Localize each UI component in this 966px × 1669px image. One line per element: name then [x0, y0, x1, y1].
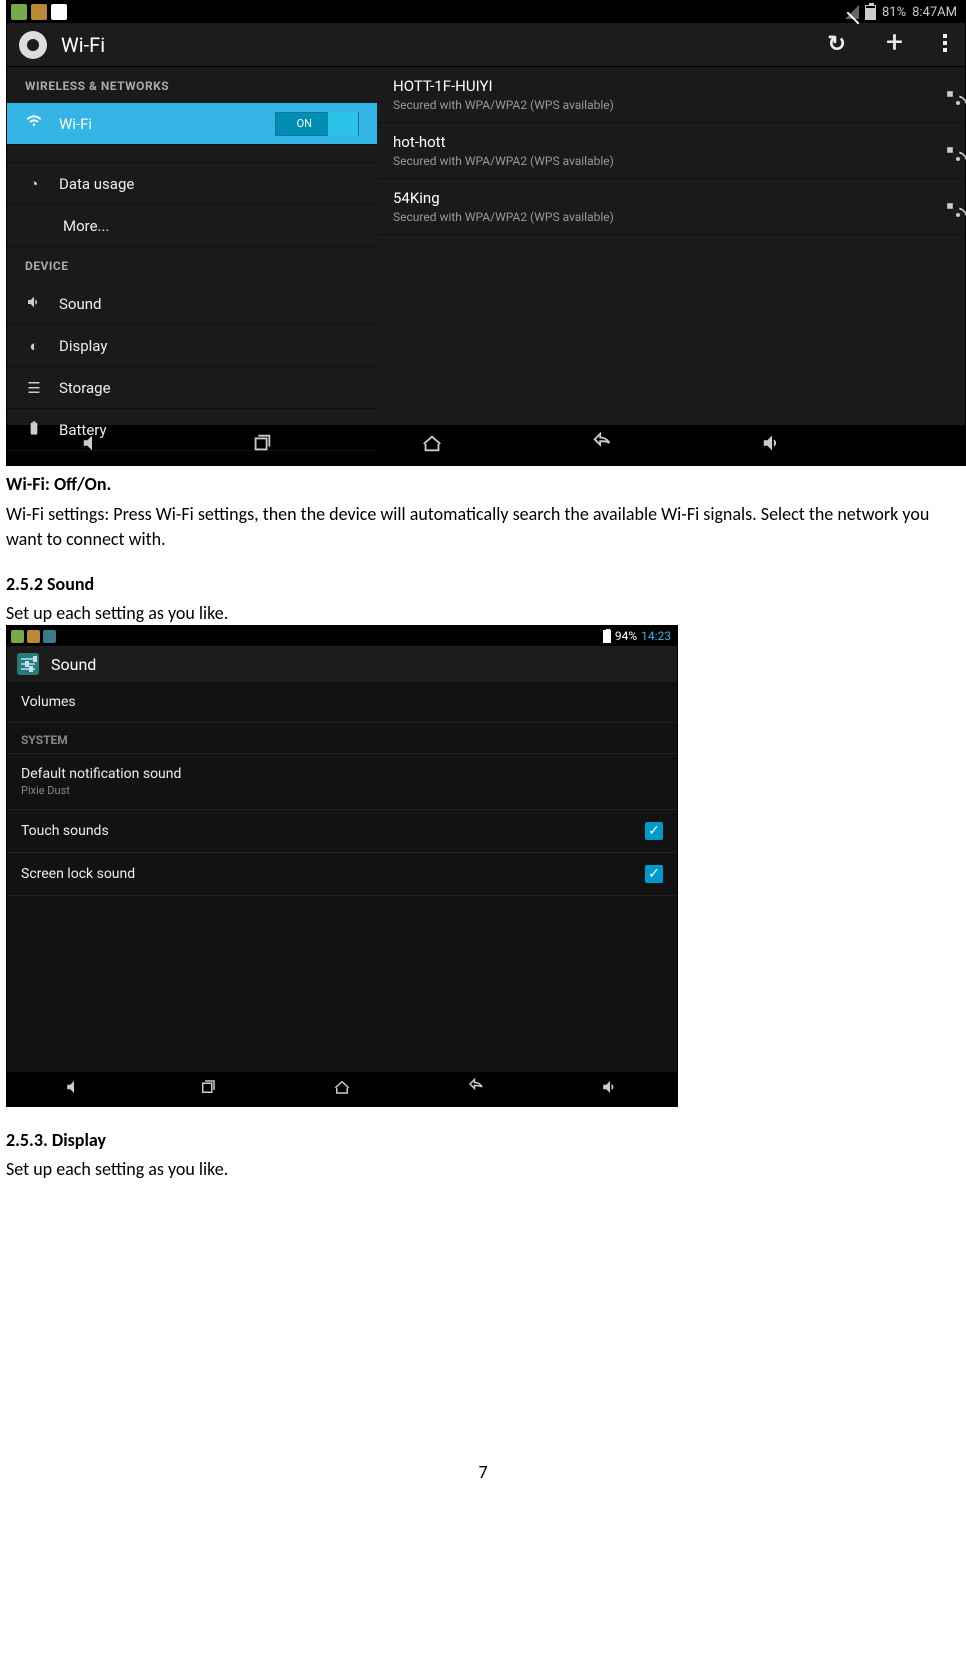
- sound-settings-screenshot: 94% 14:23 Sound Volumes SYSTEM Default n…: [6, 625, 678, 1107]
- settings-sidebar: WIRELESS & NETWORKS Wi-Fi ON ◔ Data usag…: [7, 67, 377, 425]
- checkbox-checked-icon[interactable]: ✓: [645, 822, 663, 840]
- battery-text: 81%: [882, 5, 906, 20]
- row-volumes[interactable]: Volumes: [7, 682, 677, 723]
- wifi-heading: Wi-Fi: Off/On.: [6, 472, 960, 496]
- storage-icon: ☰: [25, 379, 43, 397]
- nav-volume-up-button[interactable]: [543, 1078, 677, 1101]
- sidebar-item-label: Data usage: [59, 175, 134, 193]
- wifi-network-list: HOTT-1F-HUIYI Secured with WPA/WPA2 (WPS…: [377, 67, 965, 425]
- row-touch-sounds[interactable]: Touch sounds ✓: [7, 810, 677, 853]
- wifi-network-row[interactable]: HOTT-1F-HUIYI Secured with WPA/WPA2 (WPS…: [377, 67, 965, 123]
- appbar-title: Wi-Fi: [61, 33, 105, 57]
- app-bar: Wi-Fi: [7, 23, 965, 67]
- wifi-toggle[interactable]: ON: [275, 112, 359, 136]
- status-icon: [27, 630, 40, 643]
- refresh-icon[interactable]: [828, 32, 846, 58]
- battery-icon: [865, 5, 876, 20]
- wifi-network-row[interactable]: hot-hott Secured with WPA/WPA2 (WPS avai…: [377, 123, 965, 179]
- sound-settings-icon[interactable]: [17, 653, 39, 675]
- nav-volume-down-button[interactable]: [7, 1078, 141, 1101]
- nav-home-button[interactable]: [347, 432, 517, 459]
- nav-volume-down-button[interactable]: [7, 432, 177, 459]
- nav-back-button[interactable]: [517, 432, 687, 459]
- row-default-notification[interactable]: Default notification sound Pixie Dust: [7, 754, 677, 810]
- sidebar-item-data-usage[interactable]: ◔ Data usage: [7, 163, 377, 205]
- sidebar-item-label: Display: [59, 337, 107, 355]
- status-icon: [11, 4, 27, 20]
- nav-recent-button[interactable]: [177, 432, 347, 459]
- clock-text: 14:23: [641, 629, 671, 643]
- sound-body: Set up each setting as you like.: [6, 601, 960, 625]
- status-bar: 81% 8:47AM: [7, 1, 965, 23]
- app-bar: Sound: [7, 646, 677, 682]
- battery-text: 94%: [615, 629, 637, 643]
- wifi-icon: [25, 114, 43, 134]
- wifi-network-sub: Secured with WPA/WPA2 (WPS available): [393, 154, 949, 168]
- wifi-network-sub: Secured with WPA/WPA2 (WPS available): [393, 210, 949, 224]
- sidebar-item-storage[interactable]: ☰ Storage: [7, 367, 377, 409]
- sidebar-item-label: Wi-Fi: [59, 115, 92, 133]
- navigation-bar: [7, 425, 965, 465]
- nav-volume-up-button[interactable]: [687, 432, 857, 459]
- add-network-icon[interactable]: [886, 32, 903, 58]
- sidebar-item-more[interactable]: More...: [7, 205, 377, 247]
- status-icon: [11, 630, 24, 643]
- speaker-icon: [25, 294, 43, 314]
- display-body: Set up each setting as you like.: [6, 1157, 960, 1181]
- wifi-network-name: hot-hott: [393, 133, 949, 151]
- display-heading: 2.5.3. Display: [6, 1129, 960, 1151]
- status-icon: [43, 630, 56, 643]
- page-number: 7: [6, 1461, 960, 1483]
- wifi-body: Wi-Fi settings: Press Wi-Fi settings, th…: [6, 502, 960, 551]
- sidebar-item-label: More...: [63, 217, 109, 235]
- sidebar-header-wireless: WIRELESS & NETWORKS: [7, 67, 377, 103]
- sidebar-item-label: Storage: [59, 379, 111, 397]
- wifi-network-sub: Secured with WPA/WPA2 (WPS available): [393, 98, 949, 112]
- wifi-network-row[interactable]: 54King Secured with WPA/WPA2 (WPS availa…: [377, 179, 965, 235]
- sidebar-item-wifi[interactable]: Wi-Fi ON: [7, 103, 377, 145]
- nav-recent-button[interactable]: [141, 1078, 275, 1101]
- data-usage-icon: ◔: [25, 175, 43, 193]
- settings-gear-icon[interactable]: [19, 31, 47, 59]
- sidebar-item-display[interactable]: ◐ Display: [7, 325, 377, 367]
- sidebar-item-sound[interactable]: Sound: [7, 283, 377, 325]
- row-system-header: SYSTEM: [7, 723, 677, 754]
- sidebar-item-label: Sound: [59, 295, 101, 313]
- overflow-menu-icon[interactable]: [943, 32, 947, 58]
- brightness-icon: ◐: [25, 337, 43, 355]
- nav-back-button[interactable]: [409, 1078, 543, 1101]
- row-screen-lock-sound[interactable]: Screen lock sound ✓: [7, 853, 677, 896]
- wifi-settings-screenshot: 81% 8:47AM Wi-Fi WIRELESS & NETWORKS Wi-…: [6, 0, 966, 466]
- wifi-network-name: HOTT-1F-HUIYI: [393, 77, 949, 95]
- status-icon: [31, 4, 47, 20]
- sound-heading: 2.5.2 Sound: [6, 573, 960, 595]
- wifi-network-name: 54King: [393, 189, 949, 207]
- battery-icon: [603, 630, 611, 643]
- no-signal-icon: [845, 5, 859, 19]
- status-bar: 94% 14:23: [7, 626, 677, 646]
- navigation-bar: [7, 1072, 677, 1106]
- checkbox-checked-icon[interactable]: ✓: [645, 865, 663, 883]
- clock-text: 8:47AM: [912, 5, 957, 20]
- appbar-title: Sound: [51, 655, 96, 674]
- nav-home-button[interactable]: [275, 1078, 409, 1101]
- sidebar-header-device: DEVICE: [7, 247, 377, 283]
- status-icon: [51, 4, 67, 20]
